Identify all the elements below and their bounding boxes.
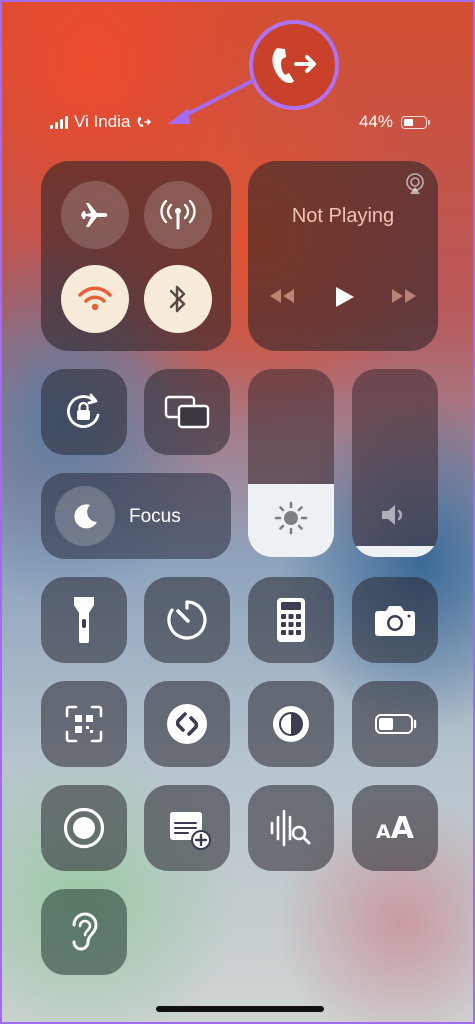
dark-mode-button[interactable] [248,681,334,767]
carrier-name: Vi India [74,112,131,131]
quick-note-button[interactable] [144,785,230,871]
calculator-icon [277,598,305,642]
flashlight-icon [74,597,94,643]
moon-icon [74,504,97,529]
volume-level [352,545,438,557]
battery-icon [401,115,430,129]
text-size-button[interactable]: AA [352,785,438,871]
focus-button[interactable]: Focus [41,473,231,559]
screen-recording-icon [63,807,105,849]
dark-mode-icon [273,706,309,742]
battery-group: 44% [358,112,430,132]
screen-mirroring-button[interactable] [144,369,230,455]
calculator-button[interactable] [248,577,334,663]
focus-label: Focus [129,506,181,527]
shazam-icon [167,704,207,744]
low-power-mode-button[interactable] [352,681,438,767]
battery-percent: 44% [358,112,393,131]
timer-button[interactable] [144,577,230,663]
call-forwarding-icon [138,117,152,127]
now-playing-title: Not Playing [291,205,395,227]
sound-recognition-button[interactable] [248,785,334,871]
connectivity-panel [41,161,231,351]
hearing-icon [72,912,98,951]
bluetooth-icon [169,285,186,313]
call-forwarding-icon [272,48,316,84]
signal-strength-icon [50,115,68,129]
wifi-button[interactable] [61,265,129,333]
callout-arrow [168,78,256,124]
fast-forward-icon[interactable] [390,287,418,305]
shazam-button[interactable] [144,681,230,767]
brightness-slider[interactable] [248,369,334,557]
cellular-antenna-icon [160,199,196,230]
call-forwarding-callout [249,20,339,110]
now-playing-panel[interactable]: Not Playing [248,161,438,351]
focus-icon-circle [55,486,115,546]
text-size-icon: AA [376,811,414,846]
cellular-data-button[interactable] [144,181,212,249]
volume-slider[interactable] [352,369,438,557]
flashlight-button[interactable] [41,577,127,663]
quick-note-icon [170,812,211,850]
screen-rotation-lock-icon [67,393,100,428]
screen-mirroring-icon [164,395,210,429]
carrier-group: Vi India [50,112,152,132]
play-icon[interactable] [332,285,356,309]
camera-button[interactable] [352,577,438,663]
low-power-mode-icon [375,714,417,734]
qr-code-scanner-icon [65,705,103,743]
airplay-icon[interactable] [404,173,426,195]
wifi-icon [78,286,112,311]
sun-icon [274,501,308,535]
sound-recognition-icon [270,809,311,847]
rotation-lock-button[interactable] [41,369,127,455]
screen-recording-button[interactable] [41,785,127,871]
code-scanner-button[interactable] [41,681,127,767]
timer-icon [167,600,207,640]
speaker-icon [382,505,403,525]
bluetooth-button[interactable] [144,265,212,333]
control-center: Vi India 44% Not Playing Focus AA [0,0,475,1024]
home-indicator[interactable] [156,1006,324,1012]
rewind-icon[interactable] [268,287,296,305]
camera-icon [375,606,415,636]
airplane-icon [81,203,108,227]
airplane-mode-button[interactable] [61,181,129,249]
hearing-button[interactable] [41,889,127,975]
